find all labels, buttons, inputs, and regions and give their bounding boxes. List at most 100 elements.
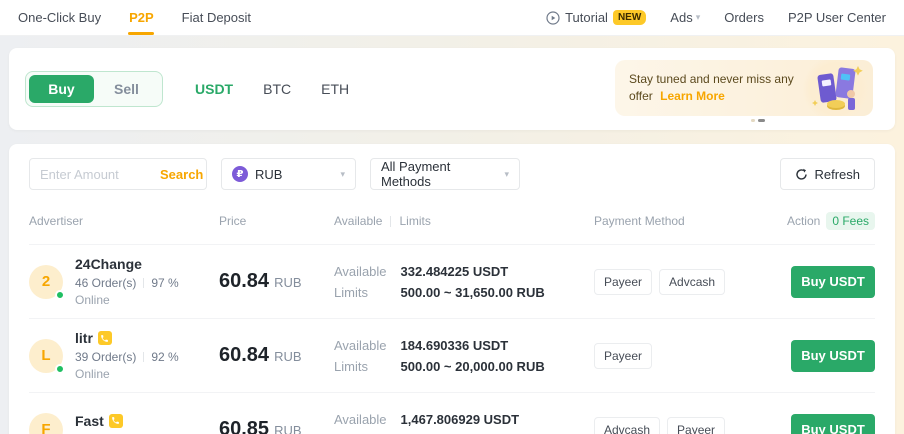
active-tab-underline [128, 32, 154, 35]
nav-fiat-deposit[interactable]: Fiat Deposit [182, 0, 251, 35]
payment-method-select[interactable]: All Payment Methods ▾ [370, 158, 520, 190]
nav-p2p[interactable]: P2P [129, 0, 154, 35]
fiat-label: RUB [255, 167, 282, 182]
available-value: 184.690336 USDT [401, 335, 545, 356]
chevron-down-icon: ▾ [504, 169, 509, 180]
available-label: Available [334, 335, 387, 356]
price-cell: 60.84 RUB [219, 344, 334, 367]
learn-more-link[interactable]: Learn More [660, 89, 725, 103]
nav-user-center[interactable]: P2P User Center [788, 10, 886, 25]
price-value: 60.84 [219, 344, 269, 366]
banner-line1: Stay tuned and never miss any [629, 72, 794, 86]
advertiser-cell: F Fast 120 Order(s) [29, 413, 219, 434]
order-count: 46 Order(s) [75, 276, 136, 290]
amount-search-box: Search [29, 158, 207, 190]
order-count: 39 Order(s) [75, 350, 136, 364]
buy-usdt-button[interactable]: Buy USDT [791, 340, 875, 372]
payment-methods: AdvcashPayeer [594, 417, 774, 434]
tab-eth[interactable]: ETH [321, 81, 349, 97]
advertiser-meta: 46 Order(s) 97 % [75, 276, 179, 290]
offer-list: 2 24Change 46 Order(s) [29, 244, 875, 434]
divider [143, 278, 144, 288]
payment-method-chip: Payeer [594, 343, 652, 369]
price-cell: 60.84 RUB [219, 270, 334, 293]
online-status: Online [75, 293, 179, 307]
price-value: 60.84 [219, 270, 269, 292]
limits-label: Limits [334, 282, 387, 303]
advertiser-name[interactable]: litr [75, 330, 93, 346]
offer-row: F Fast 120 Order(s) [29, 392, 875, 434]
divider [143, 352, 144, 362]
price-cell: 60.85RUB [219, 418, 334, 434]
offer-row: 2 24Change 46 Order(s) [29, 244, 875, 318]
action-cell: Buy USDT [774, 414, 875, 434]
header-price: Price [219, 214, 334, 228]
advertiser-info: litr 39 Order(s) 92 % Online [75, 330, 179, 381]
advertiser-avatar[interactable]: 2 [29, 265, 63, 299]
carousel-dot[interactable] [751, 119, 755, 122]
fiat-select[interactable]: ₽ RUB ▾ [221, 158, 356, 190]
sell-tab[interactable]: Sell [94, 75, 159, 103]
advertiser-info: Fast 120 Order(s) 100 % [75, 413, 192, 434]
header-advertiser: Advertiser [29, 214, 219, 228]
available-label: Available [334, 409, 387, 430]
trade-card: Buy Sell USDT BTC ETH Stay tuned and nev… [9, 48, 895, 130]
price-value: 60.85 [219, 418, 269, 434]
nav-left: One-Click Buy P2P Fiat Deposit [18, 0, 251, 35]
header-available-limits: Available Limits [334, 214, 594, 228]
coin-tabs: USDT BTC ETH [195, 81, 349, 97]
advertiser-cell: 2 24Change 46 Order(s) [29, 256, 219, 307]
available-value: 332.484225 USDT [401, 261, 545, 282]
advertiser-avatar[interactable]: F [29, 413, 63, 434]
divider [390, 216, 391, 227]
available-limits-cell: Available Limits 184.690336 USDT 500.00 … [334, 335, 594, 377]
action-cell: Buy USDT [774, 340, 875, 372]
action-cell: Buy USDT [774, 266, 875, 298]
nav-orders[interactable]: Orders [724, 10, 764, 25]
header-limits: Limits [399, 214, 430, 228]
tab-usdt[interactable]: USDT [195, 81, 233, 97]
buy-sell-toggle: Buy Sell [25, 71, 163, 107]
completion-rate: 97 % [151, 276, 178, 290]
buy-usdt-button[interactable]: Buy USDT [791, 266, 875, 298]
chevron-down-icon: ▾ [696, 12, 701, 23]
payment-method-chip: Advcash [594, 417, 660, 434]
tutorial-link[interactable]: Tutorial NEW [546, 10, 646, 25]
header-available: Available [334, 214, 382, 228]
ruble-icon: ₽ [232, 166, 248, 182]
carousel-dot-active[interactable] [758, 119, 765, 122]
limits-value: 500.00 ~ 31,650.00 RUB [401, 282, 545, 303]
buy-usdt-button[interactable]: Buy USDT [791, 414, 875, 434]
refresh-label: Refresh [814, 167, 860, 182]
refresh-button[interactable]: Refresh [780, 158, 875, 190]
payment-methods: PayeerAdvcash [594, 269, 774, 295]
advertiser-avatar[interactable]: L [29, 339, 63, 373]
tab-btc[interactable]: BTC [263, 81, 291, 97]
promo-banner-text: Stay tuned and never miss any offer Lear… [629, 71, 804, 105]
price-currency: RUB [274, 275, 301, 290]
online-status: Online [75, 367, 179, 381]
nav-one-click-buy[interactable]: One-Click Buy [18, 0, 101, 35]
advertiser-name[interactable]: Fast [75, 413, 104, 429]
play-circle-icon [546, 11, 560, 25]
banner-illustration-icon [803, 60, 869, 116]
price-currency: RUB [274, 349, 301, 364]
limits-value: 500.00 ~ 20,000.00 RUB [401, 356, 545, 377]
advertiser-name[interactable]: 24Change [75, 256, 142, 272]
header-payment-method: Payment Method [594, 214, 774, 228]
tutorial-label: Tutorial [565, 10, 608, 25]
payment-filter-label: All Payment Methods [381, 159, 501, 189]
search-button[interactable]: Search [148, 167, 215, 182]
banner-line2: offer [629, 89, 653, 103]
nav-ads[interactable]: Ads ▾ [670, 10, 700, 25]
offer-row: L litr 39 Order(s) [29, 318, 875, 392]
buy-tab[interactable]: Buy [29, 75, 94, 103]
nav-ads-label: Ads [670, 10, 692, 25]
payment-methods: Payeer [594, 343, 774, 369]
advertiser-cell: L litr 39 Order(s) [29, 330, 219, 381]
amount-input[interactable] [30, 167, 148, 182]
avatar-letter: F [41, 421, 50, 434]
payment-method-chip: Advcash [659, 269, 725, 295]
available-value: 1,467.806929 USDT [401, 409, 545, 430]
promo-banner: Stay tuned and never miss any offer Lear… [615, 60, 873, 116]
